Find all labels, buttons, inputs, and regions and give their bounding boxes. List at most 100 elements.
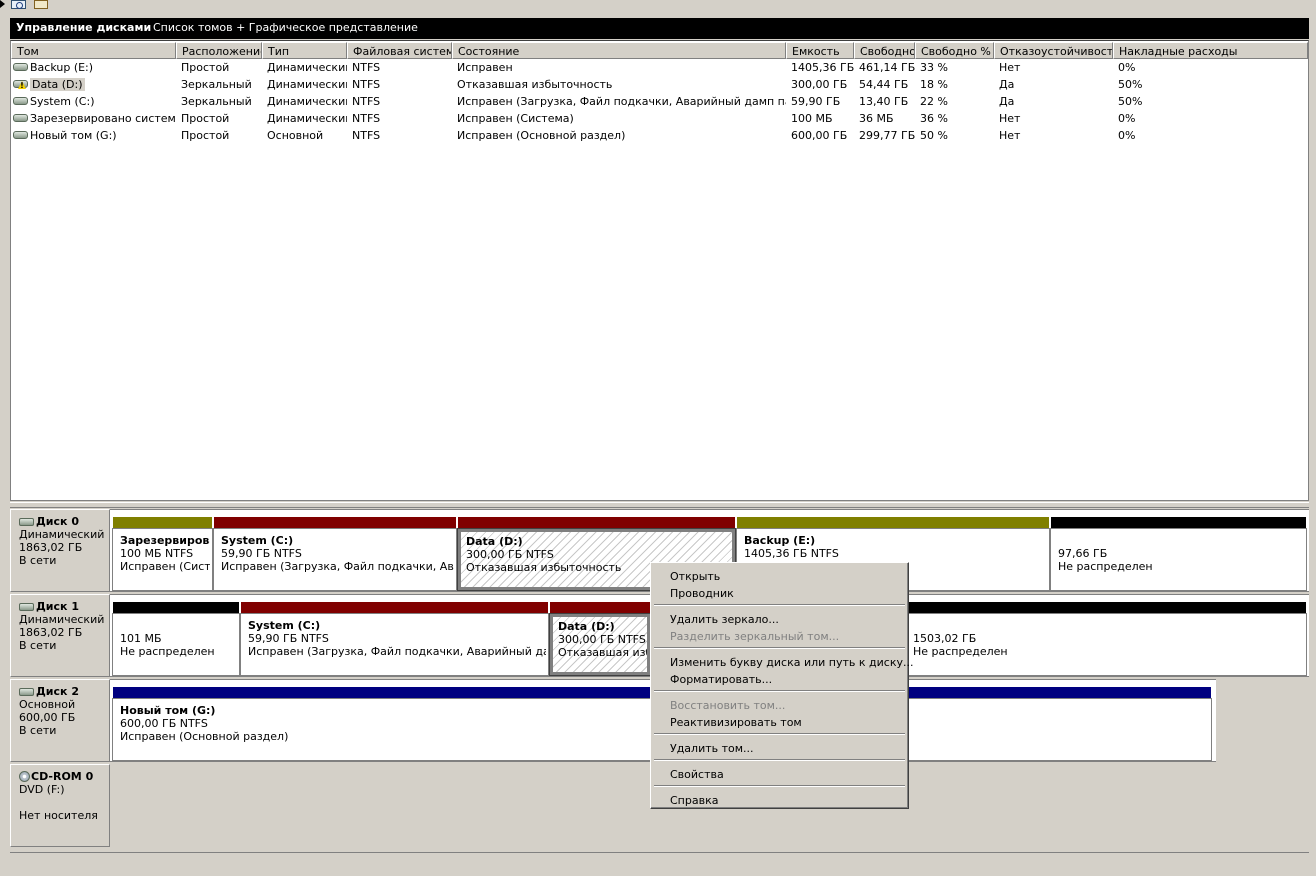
table-row[interactable]: System (C:) Зеркальный Динамический NTFS… — [11, 93, 1308, 110]
partition-system-c[interactable]: System (C:) 59,90 ГБ NTFS Исправен (Загр… — [213, 517, 457, 593]
table-row[interactable]: Backup (E:) Простой Динамический NTFS Ис… — [11, 59, 1308, 76]
partition-status: Исправен (Систем — [120, 560, 211, 573]
menu-item-properties[interactable]: Свойства — [653, 765, 906, 782]
volume-icon — [13, 97, 28, 105]
partition-unallocated[interactable]: 97,66 ГБ Не распределен — [1050, 517, 1307, 593]
disk-type: Динамический — [19, 613, 105, 626]
volume-capacity: 600,00 ГБ — [791, 129, 848, 142]
disk-icon — [19, 687, 34, 696]
menu-item-remove-mirror[interactable]: Удалить зеркало... — [653, 610, 906, 627]
partition-size: 59,90 ГБ NTFS — [221, 547, 302, 560]
volume-icon — [13, 131, 28, 139]
menu-item-open[interactable]: Открыть — [653, 567, 906, 584]
disk-name: CD-ROM 0 — [31, 770, 94, 783]
volume-free-percent: 18 % — [920, 78, 948, 91]
column-type[interactable]: Тип — [262, 42, 347, 59]
context-menu: Открыть Проводник Удалить зеркало... Раз… — [650, 562, 913, 809]
volume-fault-tolerance: Да — [999, 95, 1015, 108]
table-row[interactable]: Data (D:) Зеркальный Динамический NTFS О… — [11, 76, 1308, 93]
volume-fs: NTFS — [352, 95, 381, 108]
partition-system-c[interactable]: System (C:) 59,90 ГБ NTFS Исправен (Загр… — [240, 602, 549, 678]
partition-status: Исправен (Загрузка, Файл подкачки, Авари… — [221, 560, 456, 573]
table-row[interactable]: Новый том (G:) Простой Основной NTFS Исп… — [11, 127, 1308, 144]
volume-icon — [13, 63, 28, 71]
table-row[interactable]: Зарезервировано системой Простой Динамич… — [11, 110, 1308, 127]
disk-0-label[interactable]: Диск 0 Динамический 1863,02 ГБ В сети — [10, 509, 110, 592]
partition-status: Не распределен — [913, 645, 1008, 658]
partition-reserved[interactable]: Зарезервирова 100 МБ NTFS Исправен (Сист… — [112, 517, 213, 593]
partition-name: System (C:) — [221, 534, 294, 547]
dropdown-arrow-icon[interactable] — [0, 0, 6, 8]
volume-capacity: 300,00 ГБ — [791, 78, 848, 91]
menu-separator — [654, 604, 905, 606]
menu-item-delete-volume[interactable]: Удалить том... — [653, 739, 906, 756]
cd-rom-icon — [19, 771, 30, 782]
volume-status: Исправен (Система) — [457, 112, 574, 125]
partition-bar — [113, 517, 212, 529]
volume-free: 461,14 ГБ — [859, 61, 915, 74]
column-status[interactable]: Состояние — [452, 42, 786, 59]
pane-splitter[interactable] — [10, 502, 1309, 508]
partition-bar — [1051, 517, 1306, 529]
volume-name: Backup (E:) — [30, 61, 94, 74]
menu-item-format[interactable]: Форматировать... — [653, 670, 906, 687]
volume-type: Динамический — [267, 61, 347, 74]
partition-size: 1405,36 ГБ NTFS — [744, 547, 839, 560]
volume-type: Динамический — [267, 78, 347, 91]
column-capacity[interactable]: Емкость — [786, 42, 854, 59]
menu-item-help[interactable]: Справка — [653, 791, 906, 808]
partition-bar — [113, 602, 239, 614]
partition-bar — [214, 517, 456, 529]
volume-overhead: 0% — [1118, 61, 1136, 74]
disk-1-label[interactable]: Диск 1 Динамический 1863,02 ГБ В сети — [10, 594, 110, 677]
volume-name: Зарезервировано системой — [30, 112, 176, 125]
volume-status: Исправен (Загрузка, Файл подкачки, Авари… — [457, 95, 786, 108]
volume-name: Data (D:) — [30, 78, 85, 91]
menu-item-reactivate-volume[interactable]: Реактивизировать том — [653, 713, 906, 730]
volume-layout: Простой — [181, 112, 230, 125]
column-overhead[interactable]: Накладные расходы — [1113, 42, 1308, 59]
column-free-percent[interactable]: Свободно % — [915, 42, 994, 59]
properties-icon[interactable] — [11, 0, 26, 9]
disk-state: В сети — [19, 554, 57, 567]
partition-name — [1058, 534, 1304, 547]
partition-size: 1503,02 ГБ — [913, 632, 977, 645]
volume-free: 54,44 ГБ — [859, 78, 909, 91]
volume-fs: NTFS — [352, 78, 381, 91]
partition-bar — [458, 517, 735, 529]
partition-unallocated[interactable]: 101 МБ Не распределен — [112, 602, 240, 678]
volume-capacity: 59,90 ГБ — [791, 95, 841, 108]
partition-bar — [241, 602, 548, 614]
column-volume[interactable]: Том — [11, 42, 176, 59]
help-icon[interactable] — [34, 0, 48, 9]
column-layout[interactable]: Расположение — [176, 42, 262, 59]
volume-icon — [13, 114, 28, 122]
view-mode-label: Список томов + Графическое представление — [153, 21, 418, 34]
disk-2-label[interactable]: Диск 2 Основной 600,00 ГБ В сети — [10, 679, 110, 762]
column-header: Том Расположение Тип Файловая система Со… — [11, 42, 1308, 59]
partition-size: 100 МБ NTFS — [120, 547, 194, 560]
column-fault-tolerance[interactable]: Отказоустойчивость — [994, 42, 1113, 59]
volume-capacity: 1405,36 ГБ — [791, 61, 854, 74]
partition-name: Зарезервирова — [120, 534, 212, 547]
menu-item-explorer[interactable]: Проводник — [653, 584, 906, 601]
column-filesystem[interactable]: Файловая система — [347, 42, 452, 59]
volume-overhead: 50% — [1118, 78, 1143, 91]
volume-free-percent: 50 % — [920, 129, 948, 142]
cdrom-0-label[interactable]: CD-ROM 0 DVD (F:) Нет носителя — [10, 764, 110, 847]
disk-size: 1863,02 ГБ — [19, 541, 83, 554]
partition-unallocated[interactable]: 1503,02 ГБ Не распределен — [905, 602, 1307, 678]
volume-fault-tolerance: Нет — [999, 112, 1021, 125]
volume-layout: Простой — [181, 129, 230, 142]
pane-title: Управление дисками — [16, 21, 152, 34]
partition-status: Отказавшая избы — [558, 646, 647, 659]
volume-type: Динамический — [267, 112, 347, 125]
column-free[interactable]: Свободно — [854, 42, 915, 59]
disk-icon — [19, 602, 34, 611]
menu-item-change-drive-letter[interactable]: Изменить букву диска или путь к диску... — [653, 653, 913, 670]
partition-data-d[interactable]: Data (D:) 300,00 ГБ NTFS Отказавшая избы — [549, 602, 651, 678]
menu-item-repair-volume: Восстановить том... — [670, 699, 786, 712]
partition-size: 300,00 ГБ NTFS — [558, 633, 646, 646]
partition-size: 97,66 ГБ — [1058, 547, 1108, 560]
volume-type: Динамический — [267, 95, 347, 108]
